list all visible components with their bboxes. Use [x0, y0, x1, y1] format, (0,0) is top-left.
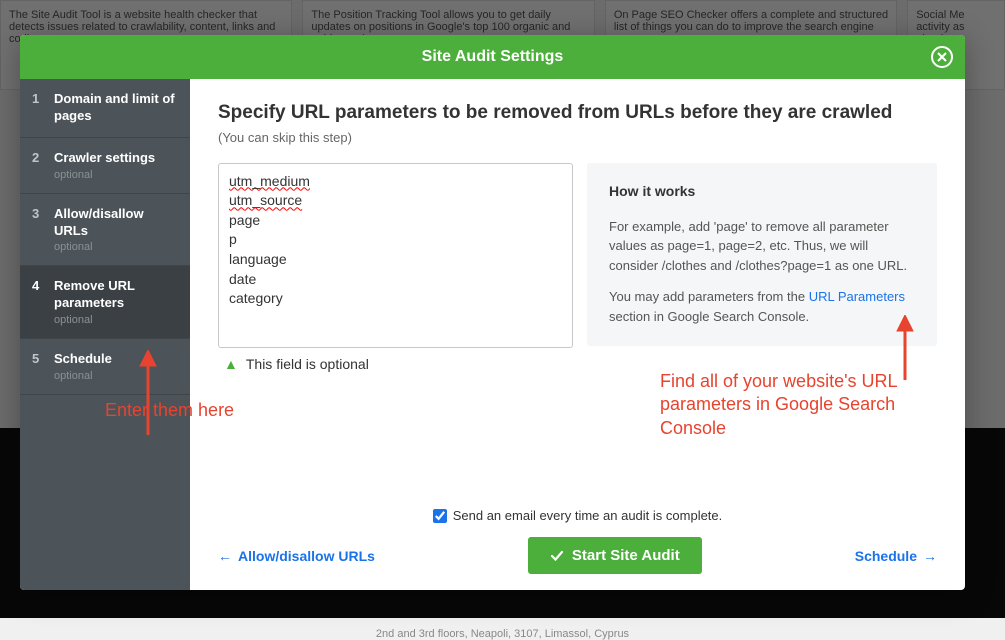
step-optional: optional	[54, 370, 112, 382]
step-domain-limit[interactable]: 1 Domain and limit of pages	[20, 79, 190, 138]
back-link[interactable]: ← Allow/disallow URLs	[218, 548, 375, 564]
how-paragraph: For example, add 'page' to remove all pa…	[609, 217, 915, 276]
step-schedule[interactable]: 5 Schedule optional	[20, 339, 190, 395]
left-column: utm_mediumutm_sourcepageplanguagedatecat…	[218, 163, 573, 490]
arrow-left-icon: ←	[218, 548, 232, 564]
step-number: 3	[32, 206, 54, 254]
field-note-text: This field is optional	[246, 356, 369, 372]
site-audit-modal: Site Audit Settings 1 Domain and limit o…	[20, 35, 965, 590]
next-label: Schedule	[855, 548, 917, 564]
warning-icon: ▲	[224, 356, 238, 372]
step-crawler-settings[interactable]: 2 Crawler settings optional	[20, 138, 190, 194]
step-title: Allow/disallow URLs	[54, 206, 178, 240]
next-link[interactable]: Schedule →	[855, 548, 937, 564]
step-number: 2	[32, 150, 54, 181]
how-title: How it works	[609, 183, 915, 199]
email-checkbox[interactable]	[433, 509, 447, 523]
step-title: Domain and limit of pages	[54, 91, 178, 125]
content-area: Specify URL parameters to be removed fro…	[190, 79, 965, 590]
url-parameters-link[interactable]: URL Parameters	[809, 289, 905, 304]
addr2: 2nd and 3rd floors, Neapoli, 3107, Limas…	[20, 628, 985, 640]
modal-header: Site Audit Settings	[20, 35, 965, 79]
field-note: ▲ This field is optional	[218, 356, 573, 372]
step-remove-url-params[interactable]: 4 Remove URL parameters optional	[20, 266, 190, 339]
step-optional: optional	[54, 314, 178, 326]
check-icon	[550, 549, 564, 563]
modal-title: Site Audit Settings	[422, 48, 564, 65]
step-number: 1	[32, 91, 54, 125]
how-it-works-panel: How it works For example, add 'page' to …	[587, 163, 937, 347]
close-button[interactable]	[931, 46, 953, 68]
step-optional: optional	[54, 241, 178, 253]
step-allow-disallow[interactable]: 3 Allow/disallow URLsoptional	[20, 194, 190, 267]
footer-row: ← Allow/disallow URLs Start Site Audit S…	[218, 537, 937, 574]
page-subhead: (You can skip this step)	[218, 130, 937, 145]
step-number: 4	[32, 278, 54, 326]
steps-sidebar: 1 Domain and limit of pages 2 Crawler se…	[20, 79, 190, 590]
step-title: Schedule	[54, 351, 112, 368]
step-title: Crawler settings	[54, 150, 155, 167]
primary-label: Start Site Audit	[572, 547, 680, 564]
step-title: Remove URL parameters	[54, 278, 178, 312]
step-number: 5	[32, 351, 54, 382]
arrow-right-icon: →	[923, 548, 937, 564]
email-row: Send an email every time an audit is com…	[218, 508, 937, 523]
url-params-textarea[interactable]: utm_mediumutm_sourcepageplanguagedatecat…	[218, 163, 573, 348]
step-optional: optional	[54, 169, 155, 181]
close-icon	[937, 52, 947, 62]
email-label: Send an email every time an audit is com…	[453, 508, 723, 523]
back-label: Allow/disallow URLs	[238, 548, 375, 564]
page-heading: Specify URL parameters to be removed fro…	[218, 101, 937, 126]
start-audit-button[interactable]: Start Site Audit	[528, 537, 702, 574]
how-paragraph: You may add parameters from the URL Para…	[609, 287, 915, 326]
